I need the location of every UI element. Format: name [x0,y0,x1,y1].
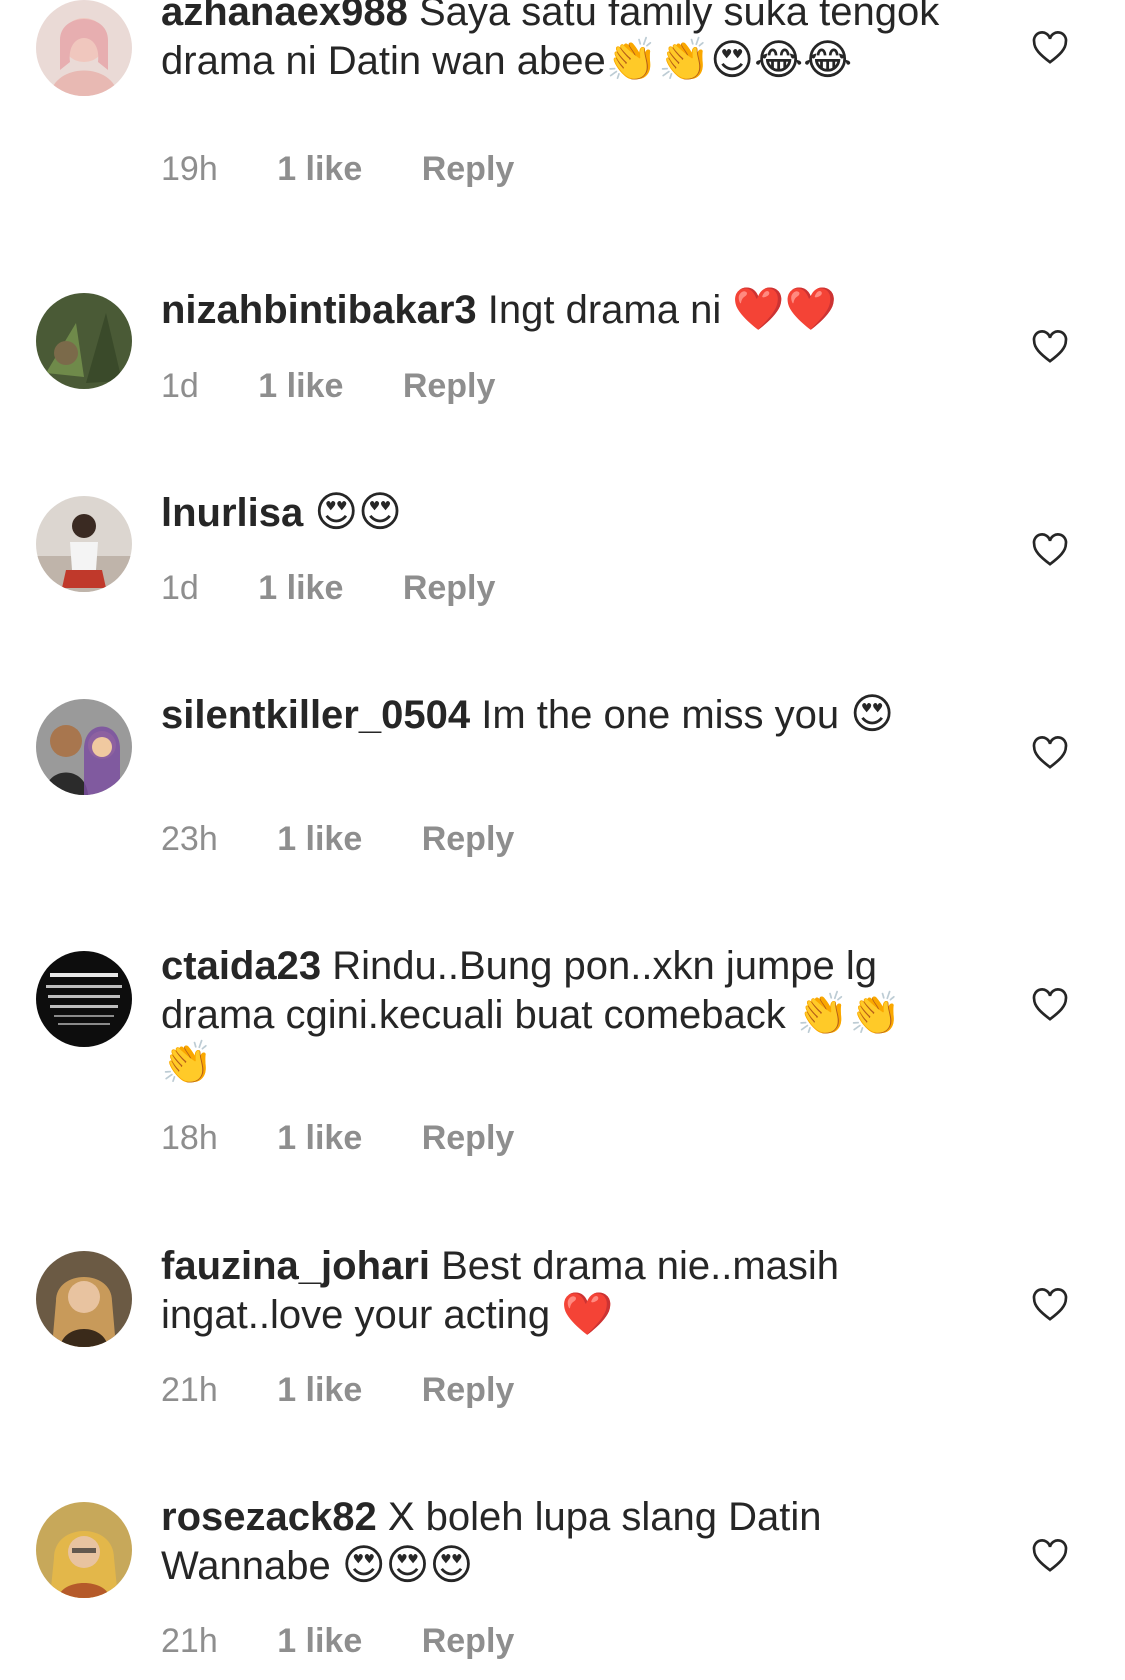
reply-button[interactable]: Reply [403,568,496,608]
comment-time: 1d [161,367,199,405]
comment-likes[interactable]: 1 like [258,568,343,608]
avatar-image [36,293,132,389]
comment-emoji: ❤️ [561,1289,614,1338]
comment-likes[interactable]: 1 like [277,819,362,859]
comment-meta: 18h 1 like Reply [161,1118,514,1158]
reply-button[interactable]: Reply [422,819,515,859]
comment-username[interactable]: ctaida23 [161,944,321,988]
comment-username[interactable]: rosezack82 [161,1495,377,1539]
reply-button[interactable]: Reply [422,1621,515,1661]
comment-meta: 21h 1 like Reply [161,1370,514,1410]
reply-button[interactable]: Reply [422,1118,515,1158]
comment-meta: 23h 1 like Reply [161,819,514,859]
comment-emoji: ❤️❤️ [732,284,837,333]
comment-text-block: nizahbintibakar3 Ingt drama ni ❤️❤️ [161,285,951,334]
comment-username[interactable]: lnurlisa [161,491,303,535]
avatar[interactable] [36,293,132,389]
heart-icon[interactable] [1030,733,1070,773]
heart-icon[interactable] [1030,1536,1070,1576]
reply-button[interactable]: Reply [422,1370,515,1410]
avatar-image [36,496,132,592]
avatar[interactable] [36,1251,132,1347]
comment-time: 21h [161,1622,218,1660]
heart-icon[interactable] [1030,1285,1070,1325]
comment-meta: 19h 1 like Reply [161,149,514,189]
heart-icon[interactable] [1030,327,1070,367]
comment-time: 18h [161,1119,218,1157]
avatar[interactable] [36,496,132,592]
comment-time: 19h [161,150,218,188]
heart-icon[interactable] [1030,530,1070,570]
comment-likes[interactable]: 1 like [277,1118,362,1158]
comment-time: 1d [161,569,199,607]
comment-likes[interactable]: 1 like [277,1621,362,1661]
comment-text-block: ctaida23 Rindu..Bung pon..xkn jumpe lg d… [161,942,951,1088]
heart-icon[interactable] [1030,985,1070,1025]
avatar-image [36,699,132,795]
comment-emoji: 👏👏😍😂😂 [605,35,853,84]
comment-time: 21h [161,1371,218,1409]
reply-button[interactable]: Reply [403,366,496,406]
avatar-image [36,951,132,1047]
avatar[interactable] [36,951,132,1047]
reply-button[interactable]: Reply [422,149,515,189]
comment-meta: 1d 1 like Reply [161,568,495,608]
comment-username[interactable]: fauzina_johari [161,1244,430,1288]
avatar[interactable] [36,0,132,96]
comment-emoji: 😍😍😍 [341,1540,474,1589]
comment-text-block: rosezack82 X boleh lupa slang Datin Wann… [161,1493,951,1590]
comment-likes[interactable]: 1 like [258,366,343,406]
comment-text-block: lnurlisa 😍😍 [161,488,951,537]
comment-username[interactable]: nizahbintibakar3 [161,288,477,332]
comment-meta: 1d 1 like Reply [161,366,495,406]
avatar[interactable] [36,699,132,795]
comment-time: 23h [161,820,218,858]
comment-likes[interactable]: 1 like [277,1370,362,1410]
comment-emoji: 😍😍 [314,487,402,536]
comment-text-block: azhanaex988 Saya satu family suka tengok… [161,0,951,85]
comment-text: Im the one miss you [481,693,840,737]
comment-username[interactable]: silentkiller_0504 [161,693,470,737]
heart-icon[interactable] [1030,28,1070,68]
comment-text-block: silentkiller_0504 Im the one miss you 😍 [161,690,951,739]
comment-username[interactable]: azhanaex988 [161,0,408,34]
comment-text: Ingt drama ni [487,288,722,332]
comment-emoji: 😍 [850,689,895,738]
avatar-image [36,0,132,96]
avatar-image [36,1502,132,1598]
comment-meta: 21h 1 like Reply [161,1621,514,1661]
comment-text-block: fauzina_johari Best drama nie..masih ing… [161,1242,951,1339]
comment-likes[interactable]: 1 like [277,149,362,189]
avatar[interactable] [36,1502,132,1598]
avatar-image [36,1251,132,1347]
